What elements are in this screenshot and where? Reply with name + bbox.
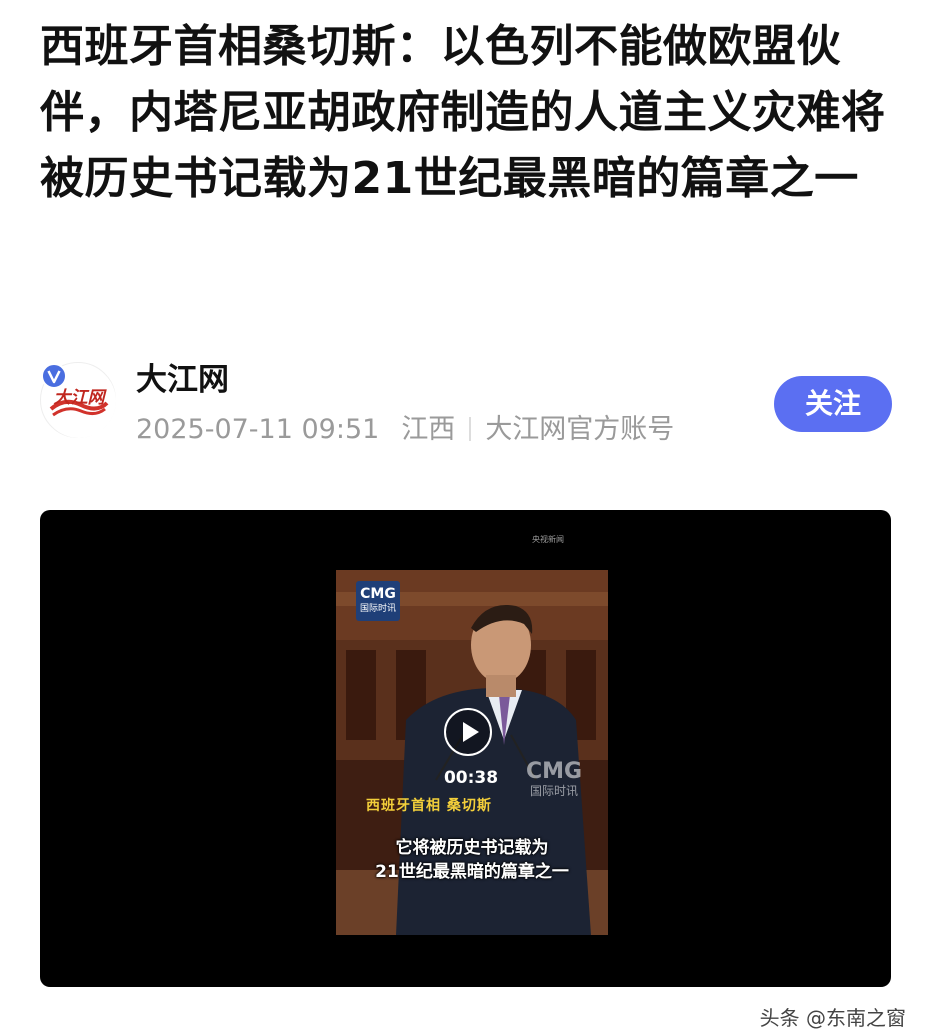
video-corner-source: 央视新闻	[532, 535, 564, 544]
account-type: 大江网官方账号	[485, 414, 675, 445]
verified-badge-icon	[41, 363, 67, 389]
cmg-logo: CMG 国际时讯	[356, 581, 400, 621]
author-name[interactable]: 大江网	[136, 360, 229, 400]
follow-button[interactable]: 关注	[774, 376, 892, 432]
cmg-watermark-bottom: 国际时讯	[530, 784, 579, 798]
video-duration: 00:38	[443, 768, 499, 788]
speaker-caption: 西班牙首相 桑切斯	[366, 798, 492, 814]
cmg-watermark-top: CMG	[526, 759, 583, 784]
publish-time: 2025-07-11 09:51	[136, 414, 380, 445]
post-meta: 2025-07-11 09:51 江西 大江网官方账号	[136, 412, 674, 448]
video-subtitle: 它将被历史书记载为 21世纪最黑暗的篇章之一	[336, 836, 608, 884]
cmg-logo-bottom: 国际时讯	[359, 604, 396, 614]
author-avatar[interactable]: 大江网	[40, 362, 116, 438]
play-icon[interactable]	[444, 708, 492, 756]
cmg-logo-top: CMG	[360, 586, 396, 602]
avatar-text: 大江网	[54, 388, 108, 408]
author-row: 大江网 大江网 2025-07-11 09:51 江西 大江网官方账号 关注	[40, 360, 892, 450]
video-frame[interactable]: CMG 国际时讯 CMG 国际时讯 00:38 西班牙首相 桑切斯 它将被历史书…	[336, 570, 608, 935]
subtitle-line-1: 它将被历史书记载为	[395, 838, 549, 858]
article-headline: 西班牙首相桑切斯：以色列不能做欧盟伙伴，内塔尼亚胡政府制造的人道主义灾难将被历史…	[40, 21, 886, 204]
subtitle-line-2: 21世纪最黑暗的篇章之一	[375, 862, 569, 882]
cmg-watermark: CMG 国际时讯	[526, 759, 583, 799]
video-player[interactable]: 央视新闻 CMG 国际时讯 CMG 国际时讯 00:38 西班牙首相 桑切斯 它…	[40, 510, 891, 987]
meta-divider	[469, 417, 472, 441]
footer-watermark: 头条 @东南之窗	[759, 1006, 906, 1030]
publish-region: 江西	[401, 414, 456, 445]
